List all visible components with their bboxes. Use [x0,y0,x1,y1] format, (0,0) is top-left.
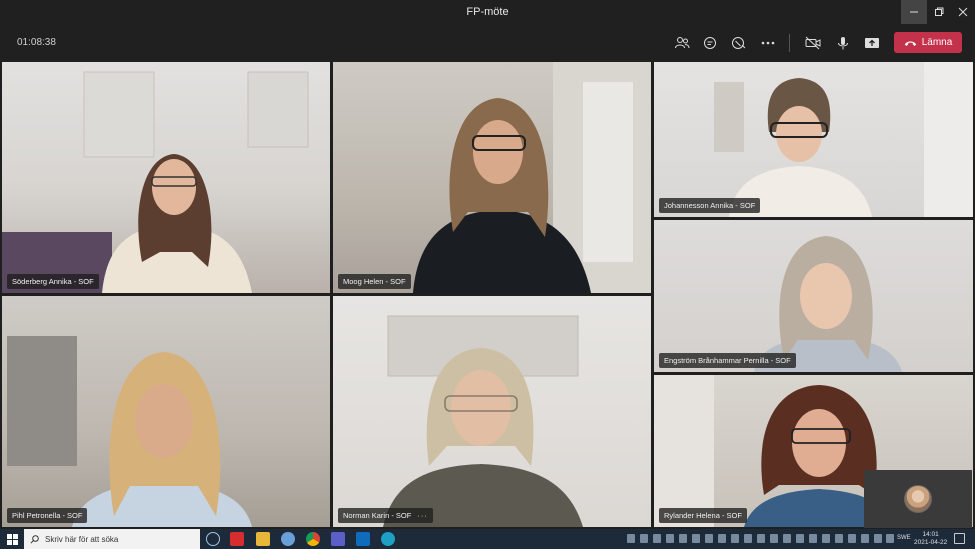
microphone-icon [838,37,848,50]
camera-toggle-button[interactable] [803,33,823,53]
participants-button[interactable] [672,33,692,53]
video-feed [413,62,651,293]
video-tile[interactable]: Söderberg Annika - SOF [2,62,330,293]
taskbar-search[interactable]: Skriv här för att söka [24,529,200,549]
start-button[interactable] [0,529,24,549]
video-feed [714,62,973,217]
video-feed [7,336,252,527]
tray-icon[interactable] [822,534,830,543]
tray-icon[interactable] [783,534,791,543]
participant-name-label: Rylander Helena - SOF [659,508,747,523]
tray-icon[interactable] [640,534,648,543]
chat-button[interactable] [700,33,720,53]
edge-icon[interactable] [381,532,395,546]
file-explorer-icon[interactable] [256,532,270,546]
close-icon [958,7,968,17]
camera-off-icon [805,36,821,50]
tray-icon[interactable] [848,534,856,543]
minimize-icon [910,11,918,13]
participant-name-label: Pihl Petronella - SOF [7,508,88,523]
tray-icon[interactable] [679,534,687,543]
tray-icon[interactable] [718,534,726,543]
video-tile[interactable]: Moog Helen - SOF [333,62,651,293]
video-tile[interactable]: Pihl Petronella - SOF [2,296,330,527]
tray-icon[interactable] [744,534,752,543]
call-timer: 01:08:38 [17,37,56,48]
chat-icon [704,37,716,49]
window-title: FP-möte [466,6,509,18]
volume-icon[interactable] [886,534,894,543]
close-button[interactable] [950,0,975,24]
microphone-button[interactable] [833,33,853,53]
participant-name-label: Söderberg Annika - SOF [7,274,99,289]
acrobat-icon[interactable] [230,532,244,546]
video-tile[interactable]: Engström Brånhammar Pernilla - SOF [654,220,973,372]
participant-name-label: Johannesson Annika - SOF [659,198,761,213]
app-icon[interactable] [281,532,295,546]
maximize-button[interactable] [926,0,952,24]
tray-icon[interactable] [835,534,843,543]
more-icon [761,41,775,45]
tray-icon[interactable] [627,534,635,543]
share-screen-button[interactable] [862,33,882,53]
more-actions-button[interactable] [758,33,778,53]
share-icon [865,38,879,48]
input-language[interactable]: SWE [897,535,911,541]
video-feed [2,71,309,293]
avatar [904,485,932,513]
participants-icon [675,37,690,49]
search-icon [30,534,39,544]
leave-label: Lämna [921,37,953,48]
self-view[interactable] [864,470,972,528]
teams-icon[interactable] [331,532,345,546]
call-controls-bar: 01:08:38 Lämna [0,24,975,62]
restore-icon [935,7,944,16]
taskbar: Skriv här för att söka SWE 14:01 2021-04… [0,529,975,549]
reactions-icon [732,37,746,49]
participant-name-label: Moog Helen - SOF [338,274,411,289]
video-tile[interactable]: Johannesson Annika - SOF [654,62,973,217]
tray-icon[interactable] [757,534,765,543]
tray-icon[interactable] [653,534,661,543]
clock-time: 14:01 [922,531,939,538]
tray-icon[interactable] [705,534,713,543]
tray-icon[interactable] [809,534,817,543]
toolbar-divider [789,34,790,52]
tray-icon[interactable] [861,534,869,543]
task-view-icon[interactable] [206,532,220,546]
windows-icon [6,533,18,545]
tray-icon[interactable] [796,534,804,543]
search-placeholder: Skriv här för att söka [45,534,119,544]
tray-icon[interactable] [666,534,674,543]
title-bar: FP-möte [0,0,975,24]
notification-icon[interactable] [954,533,965,544]
tray-icon[interactable] [692,534,700,543]
video-feed [754,236,902,372]
clock-date: 2021-04-22 [914,539,948,546]
participant-name-label: Norman Karin - SOF ··· [338,508,433,523]
video-feed [383,315,583,527]
more-options-icon[interactable]: ··· [417,511,428,520]
reactions-button[interactable] [729,33,749,53]
leave-button[interactable]: Lämna [894,32,962,53]
phone-hangup-icon [904,41,916,46]
wifi-icon[interactable] [874,534,882,543]
tray-icon[interactable] [770,534,778,543]
system-clock[interactable]: 14:01 2021-04-22 [914,531,947,547]
minimize-button[interactable] [901,0,927,24]
outlook-icon[interactable] [356,532,370,546]
tray-icon[interactable] [731,534,739,543]
participant-name-label: Engström Brånhammar Pernilla - SOF [659,353,796,368]
chrome-icon[interactable] [306,532,320,546]
video-tile[interactable]: Norman Karin - SOF ··· [333,296,651,527]
